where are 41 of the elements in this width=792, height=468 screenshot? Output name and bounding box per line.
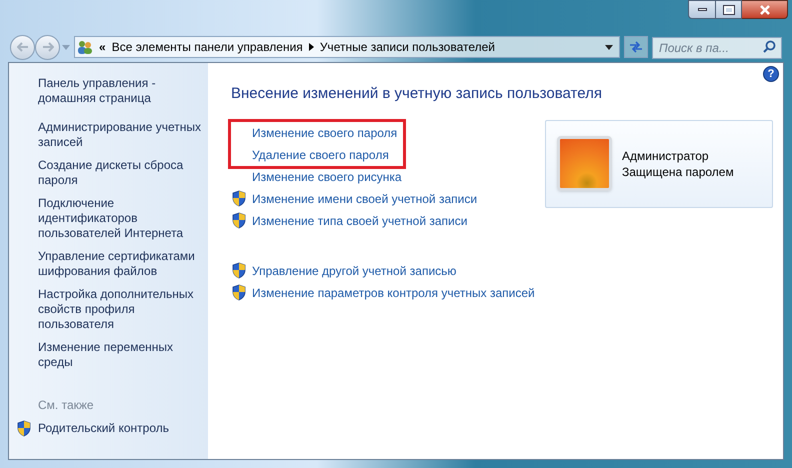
see-also-heading: См. также (38, 398, 95, 413)
task-link[interactable]: Управление другой учетной записью (252, 262, 456, 280)
task-link[interactable]: Изменение своего рисунка (252, 168, 402, 186)
overflow-chevron[interactable]: « (99, 38, 106, 56)
shield-icon (231, 190, 247, 207)
breadcrumb[interactable]: Учетные записи пользователей (320, 38, 496, 56)
breadcrumb-arrow-icon[interactable] (308, 43, 314, 51)
forward-arrow-icon (42, 42, 54, 52)
account-status: Защищена паролем (622, 164, 734, 180)
refresh-arrows-icon (629, 41, 643, 53)
task-link[interactable]: Изменение типа своей учетной записи (252, 212, 468, 230)
sidebar-link[interactable]: Администрирование учетных записей (38, 120, 204, 150)
address-bar[interactable]: « Все элементы панели управления Учетные записи пользователей (74, 36, 620, 58)
shield-icon (231, 212, 247, 229)
shield-icon (231, 262, 247, 279)
help-button[interactable]: ? (763, 66, 779, 82)
shield-icon (231, 284, 247, 301)
breadcrumb[interactable]: Все элементы панели управления (112, 38, 303, 56)
maximize-button[interactable] (716, 0, 742, 19)
close-icon (758, 4, 770, 14)
users-icon (77, 39, 93, 55)
sidebar-link[interactable]: Изменение переменных среды (38, 340, 204, 370)
shield-icon (16, 420, 32, 437)
sidebar-link[interactable]: Подключение идентификаторов пользователей Интернета (38, 196, 204, 241)
account-role: Администратор (622, 148, 710, 164)
photo-placeholder (557, 136, 612, 191)
sidebar-link[interactable]: Управление сертификатами шифрования файлов (38, 249, 204, 279)
dropdown-caret-icon[interactable] (605, 44, 613, 50)
refresh-button[interactable] (624, 36, 648, 58)
search-field[interactable]: Поиск в па... (652, 37, 782, 59)
back-arrow-icon (16, 42, 28, 52)
sidebar-home-link[interactable]: Панель управления - домашняя страница (38, 76, 204, 106)
sidebar-link[interactable]: Создание дискеты сброса пароля (38, 158, 204, 188)
close-button[interactable] (742, 0, 788, 19)
sidebar-link[interactable]: Настройка дополнительных свойств профиля пользователя (38, 287, 204, 332)
search-icon (763, 40, 776, 53)
minimize-button[interactable] (688, 0, 716, 19)
task-link[interactable]: Изменение параметров контроля учетных записей (252, 284, 535, 302)
page-heading: Внесение изменений в учетную запись пользователя (231, 84, 603, 104)
sidebar-link[interactable]: Родительский контроль (38, 421, 169, 436)
task-link[interactable]: Изменение имени своей учетной записи (252, 190, 478, 208)
